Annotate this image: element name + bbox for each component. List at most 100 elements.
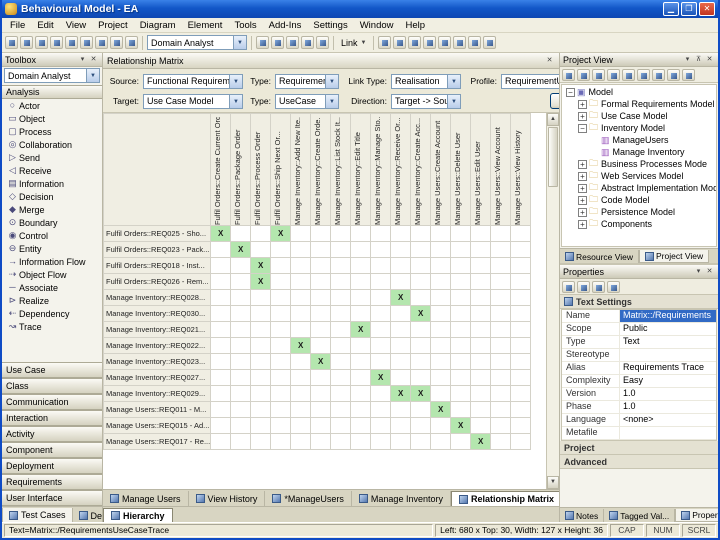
close-button[interactable]: ✕: [699, 2, 715, 16]
property-row-phase[interactable]: Phase 1.0: [562, 401, 716, 414]
chevron-down-icon[interactable]: [229, 94, 242, 108]
open-icon[interactable]: [20, 36, 33, 49]
minimize-button[interactable]: ▁: [663, 2, 679, 16]
expand-icon[interactable]: +: [578, 171, 587, 181]
matrix-cell[interactable]: [410, 369, 432, 386]
matrix-cell[interactable]: [470, 385, 492, 402]
matrix-cell[interactable]: [350, 241, 372, 258]
collapse-icon[interactable]: −: [566, 87, 575, 97]
new-element-icon[interactable]: [592, 68, 605, 81]
matrix-cell[interactable]: [350, 305, 372, 322]
matrix-cell[interactable]: [310, 401, 332, 418]
scroll-up-icon[interactable]: ▲: [547, 113, 559, 126]
tab-view-history[interactable]: View History: [188, 491, 266, 506]
menu-tools[interactable]: Tools: [228, 19, 262, 32]
property-group-advanced[interactable]: Advanced: [560, 455, 718, 469]
matrix-cell[interactable]: [350, 401, 372, 418]
matrix-cell[interactable]: [430, 385, 452, 402]
matrix-cell[interactable]: [430, 417, 452, 434]
property-row-complexity[interactable]: Complexity Easy: [562, 375, 716, 388]
matrix-cell[interactable]: [390, 273, 412, 290]
matrix-cell[interactable]: [250, 321, 272, 338]
matrix-cell[interactable]: [390, 241, 412, 258]
matrix-cell[interactable]: [290, 257, 312, 274]
matrix-cell[interactable]: [250, 241, 272, 258]
source-type-combobox[interactable]: Requirement: [275, 73, 339, 89]
matrix-row-header[interactable]: Fulfil Orders::REQ018 - Inst...: [103, 257, 212, 274]
matrix-cell[interactable]: [250, 385, 272, 402]
matrix-cell[interactable]: [290, 385, 312, 402]
matrix-cell[interactable]: [410, 241, 432, 258]
matrix-cell[interactable]: [510, 369, 532, 386]
tab-test-cases[interactable]: Test Cases: [2, 508, 73, 522]
close-icon[interactable]: ✕: [704, 54, 715, 65]
matrix-cell[interactable]: [350, 337, 372, 354]
perspective-combobox[interactable]: Domain Analyst: [147, 35, 247, 50]
toolbox-section-requirements[interactable]: Requirements: [2, 474, 102, 490]
matrix-cell[interactable]: [210, 273, 232, 290]
profile-combobox[interactable]: RequirementUseCas: [501, 73, 559, 89]
find-icon[interactable]: [622, 68, 635, 81]
matrix-cell[interactable]: [470, 289, 492, 306]
matrix-cell[interactable]: [210, 433, 232, 450]
matrix-cell[interactable]: [310, 289, 332, 306]
matrix-cell[interactable]: X: [210, 225, 232, 242]
matrix-cell[interactable]: [450, 289, 472, 306]
matrix-column-header[interactable]: Fulfil Orders::Ship Next Or...: [270, 113, 292, 226]
matrix-cell[interactable]: [350, 289, 372, 306]
refresh-icon[interactable]: [607, 68, 620, 81]
expand-icon[interactable]: +: [578, 219, 587, 229]
matrix-cell[interactable]: [370, 337, 392, 354]
matrix-cell[interactable]: [350, 353, 372, 370]
matrix-cell[interactable]: [370, 321, 392, 338]
matrix-cell[interactable]: [290, 369, 312, 386]
matrix-cell[interactable]: [430, 241, 452, 258]
matrix-cell[interactable]: [450, 273, 472, 290]
matrix-cell[interactable]: [370, 305, 392, 322]
matrix-cell[interactable]: [390, 225, 412, 242]
matrix-cell[interactable]: [290, 305, 312, 322]
chevron-down-icon[interactable]: ▾: [77, 54, 88, 65]
close-icon[interactable]: ✕: [704, 266, 715, 277]
new-package-icon[interactable]: [562, 68, 575, 81]
tab-notes[interactable]: Notes: [560, 509, 605, 522]
matrix-cell[interactable]: [430, 289, 452, 306]
matrix-cell[interactable]: X: [270, 225, 292, 242]
toolbox-item-entity[interactable]: ⊖ Entity: [2, 242, 102, 255]
matrix-cell[interactable]: [410, 337, 432, 354]
matrix-cell[interactable]: [210, 353, 232, 370]
matrix-cell[interactable]: [270, 401, 292, 418]
matrix-cell[interactable]: [430, 321, 452, 338]
property-row-metafile[interactable]: Metafile: [562, 427, 716, 440]
matrix-cell[interactable]: [470, 241, 492, 258]
matrix-cell[interactable]: [370, 433, 392, 450]
matrix-cell[interactable]: [230, 337, 252, 354]
matrix-cell[interactable]: [310, 225, 332, 242]
matrix-cell[interactable]: [270, 369, 292, 386]
matrix-cell[interactable]: [230, 289, 252, 306]
matrix-cell[interactable]: [310, 417, 332, 434]
print-icon[interactable]: [50, 36, 63, 49]
tree-item-manage-inventory[interactable]: ▥ Manage Inventory: [562, 146, 716, 158]
matrix-cell[interactable]: [350, 433, 372, 450]
property-value[interactable]: Matrix::/Requirements: [620, 310, 716, 322]
matrix-cell[interactable]: [430, 433, 452, 450]
matrix-cell[interactable]: [470, 257, 492, 274]
matrix-cell[interactable]: [450, 241, 472, 258]
package-icon[interactable]: [271, 36, 284, 49]
matrix-cell[interactable]: [290, 433, 312, 450]
matrix-row-header[interactable]: Fulfil Orders::REQ026 - Rem...: [103, 273, 212, 290]
layout-icon[interactable]: [453, 36, 467, 49]
matrix-row-header[interactable]: Fulfil Orders::REQ025 - Sho...: [103, 225, 212, 242]
chevron-down-icon[interactable]: [325, 74, 338, 88]
matrix-cell[interactable]: [410, 225, 432, 242]
matrix-cell[interactable]: [470, 273, 492, 290]
matrix-cell[interactable]: [410, 353, 432, 370]
matrix-cell[interactable]: [250, 369, 272, 386]
matrix-cell[interactable]: [230, 417, 252, 434]
matrix-cell[interactable]: [310, 369, 332, 386]
matrix-cell[interactable]: X: [310, 353, 332, 370]
scroll-down-icon[interactable]: ▼: [547, 476, 559, 489]
toolbox-section-communication[interactable]: Communication: [2, 394, 102, 410]
matrix-cell[interactable]: [510, 417, 532, 434]
